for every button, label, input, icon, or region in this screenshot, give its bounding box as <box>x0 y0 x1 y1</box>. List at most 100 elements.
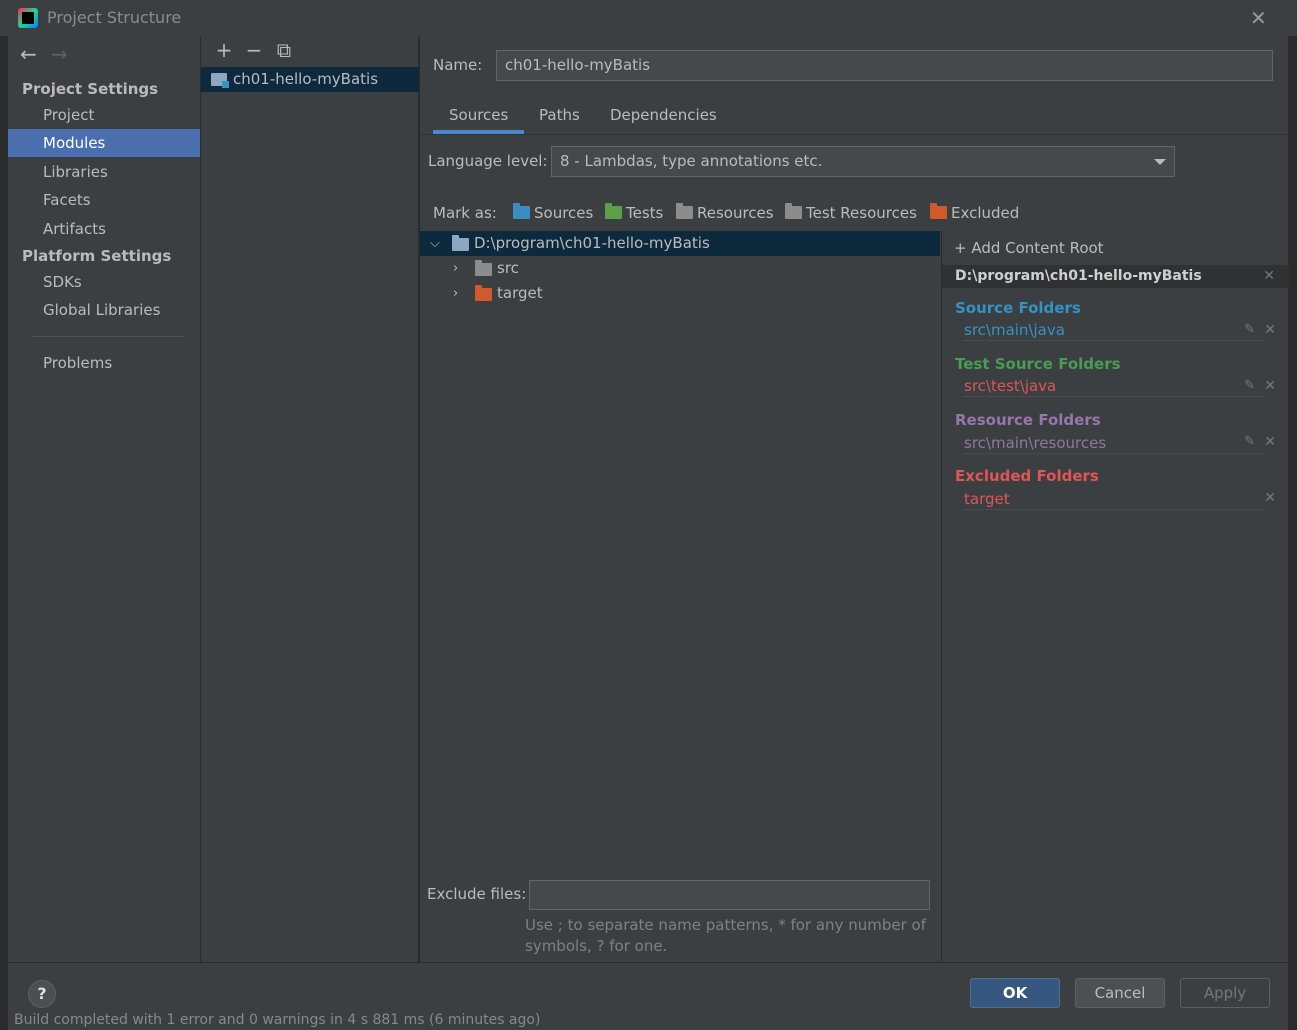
help-button[interactable]: ? <box>28 980 56 1008</box>
folder-icon <box>452 235 469 251</box>
excluded-folder-icon <box>930 203 947 219</box>
excluded-folders-title: Excluded Folders <box>955 467 1099 485</box>
exclude-files-input[interactable] <box>529 880 930 910</box>
nav-item-artifacts[interactable]: Artifacts <box>8 215 200 243</box>
module-list-item[interactable]: ch01-hello-myBatis <box>201 67 419 92</box>
mark-tests-button[interactable]: Tests <box>605 203 664 222</box>
remove-icon[interactable]: ✕ <box>1264 434 1276 450</box>
module-name-input[interactable]: ch01-hello-myBatis <box>496 50 1273 81</box>
tree-row-root[interactable]: ⌵ D:\program\ch01-hello-myBatis <box>420 231 940 256</box>
edit-icon[interactable]: ✎ <box>1244 378 1255 393</box>
resource-folders-title: Resource Folders <box>955 411 1101 429</box>
plus-icon: + <box>954 239 972 257</box>
name-label: Name: <box>433 56 483 74</box>
exclude-hint-line-1: Use ; to separate name patterns, * for a… <box>525 916 926 934</box>
module-settings-panel: Name: ch01-hello-myBatis Sources Paths D… <box>420 36 1289 962</box>
mark-excluded-button[interactable]: Excluded <box>930 203 1020 222</box>
sources-folder-icon <box>513 203 530 219</box>
module-list-panel: + − ⧉ ch01-hello-myBatis <box>201 36 419 962</box>
source-folder-item: src\main\java <box>964 321 1264 341</box>
remove-icon[interactable]: ✕ <box>1264 378 1276 394</box>
language-level-label: Language level: <box>428 152 548 170</box>
exclude-hint-line-2: symbols, ? for one. <box>525 937 668 955</box>
edit-icon[interactable]: ✎ <box>1244 434 1255 449</box>
content-root-path-label: D:\program\ch01-hello-myBatis <box>955 268 1202 284</box>
tab-paths[interactable]: Paths <box>539 106 580 124</box>
nav-item-facets[interactable]: Facets <box>8 186 200 214</box>
mark-excluded-label: Excluded <box>951 204 1020 222</box>
content-root-panel: + Add Content Root D:\program\ch01-hello… <box>941 231 1289 962</box>
tests-folder-icon <box>605 203 622 219</box>
edit-icon[interactable]: ✎ <box>1244 322 1255 337</box>
exclude-files-hint: Use ; to separate name patterns, * for a… <box>525 915 945 957</box>
back-arrow-icon[interactable]: ← <box>20 42 37 66</box>
module-toolbar: + − ⧉ <box>209 38 299 62</box>
content-root-path: D:\program\ch01-hello-myBatis ✕ <box>942 265 1289 288</box>
source-folder-path: src\main\java <box>964 321 1065 339</box>
ok-button[interactable]: OK <box>970 978 1060 1008</box>
close-icon[interactable]: ✕ <box>1250 6 1267 30</box>
test-source-folder-item: src\test\java <box>964 377 1264 397</box>
nav-item-libraries[interactable]: Libraries <box>8 158 200 186</box>
status-bar-text: Build completed with 1 error and 0 warni… <box>14 1012 541 1028</box>
tree-label-target: target <box>497 284 543 302</box>
remove-root-icon[interactable]: ✕ <box>1263 265 1275 288</box>
test-resources-folder-icon <box>785 203 802 219</box>
module-folder-icon <box>211 73 229 88</box>
tree-label-src: src <box>497 259 519 277</box>
project-settings-header: Project Settings <box>22 80 159 98</box>
nav-divider <box>33 336 183 337</box>
remove-icon[interactable]: ✕ <box>1264 322 1276 338</box>
module-list-label: ch01-hello-myBatis <box>233 70 379 88</box>
language-level-select[interactable]: 8 - Lambdas, type annotations etc. <box>551 146 1175 177</box>
tabs-divider <box>420 134 1288 135</box>
tree-row-src[interactable]: › src <box>420 256 940 281</box>
tab-sources[interactable]: Sources <box>449 106 508 124</box>
mark-tests-label: Tests <box>626 204 664 222</box>
nav-item-modules[interactable]: Modules <box>8 129 200 157</box>
mark-sources-label: Sources <box>534 204 594 222</box>
nav-item-global-libraries[interactable]: Global Libraries <box>8 296 200 324</box>
mark-resources-button[interactable]: Resources <box>676 203 774 222</box>
excluded-folder-icon <box>475 285 492 301</box>
exclude-files-label: Exclude files: <box>427 885 527 903</box>
tree-row-target[interactable]: › target <box>420 281 940 306</box>
test-source-folder-path: src\test\java <box>964 377 1057 395</box>
resource-folder-path: src\main\resources <box>964 434 1107 452</box>
tree-label-root: D:\program\ch01-hello-myBatis <box>474 234 710 252</box>
copy-icon[interactable]: ⧉ <box>269 38 299 62</box>
excluded-folder-path: target <box>964 490 1010 508</box>
apply-button[interactable]: Apply <box>1180 978 1270 1008</box>
mark-sources-button[interactable]: Sources <box>513 203 594 222</box>
nav-item-project[interactable]: Project <box>8 101 200 129</box>
cancel-button[interactable]: Cancel <box>1075 978 1165 1008</box>
intellij-logo-icon <box>18 8 38 28</box>
chevron-right-icon[interactable]: › <box>453 281 458 306</box>
nav-item-problems[interactable]: Problems <box>8 349 200 377</box>
remove-icon[interactable]: ✕ <box>1264 490 1276 506</box>
forward-arrow-icon[interactable]: → <box>51 42 68 66</box>
resources-folder-icon <box>676 203 693 219</box>
content-tree: ⌵ D:\program\ch01-hello-myBatis › src › … <box>420 231 940 875</box>
nav-item-sdks[interactable]: SDKs <box>8 268 200 296</box>
remove-icon[interactable]: − <box>239 38 269 62</box>
chevron-right-icon[interactable]: › <box>453 256 458 281</box>
mark-as-label: Mark as: <box>433 204 497 222</box>
add-icon[interactable]: + <box>209 38 239 62</box>
tab-dependencies[interactable]: Dependencies <box>610 106 717 124</box>
add-content-root-label: Add Content Root <box>971 239 1104 257</box>
mark-resources-label: Resources <box>697 204 774 222</box>
resource-folder-item: src\main\resources <box>964 434 1264 454</box>
mark-test-resources-label: Test Resources <box>806 204 917 222</box>
chevron-down-icon[interactable]: ⌵ <box>430 231 440 256</box>
platform-settings-header: Platform Settings <box>22 247 172 265</box>
mark-test-resources-button[interactable]: Test Resources <box>785 203 917 222</box>
add-content-root-button[interactable]: + Add Content Root <box>954 239 1104 257</box>
folder-icon <box>475 260 492 276</box>
source-folders-title: Source Folders <box>955 299 1081 317</box>
nav-history: ← → <box>20 42 68 66</box>
excluded-folder-item: target <box>964 490 1264 510</box>
test-source-folders-title: Test Source Folders <box>955 355 1121 373</box>
language-level-value: 8 - Lambdas, type annotations etc. <box>560 152 823 170</box>
window-title: Project Structure <box>47 8 182 27</box>
